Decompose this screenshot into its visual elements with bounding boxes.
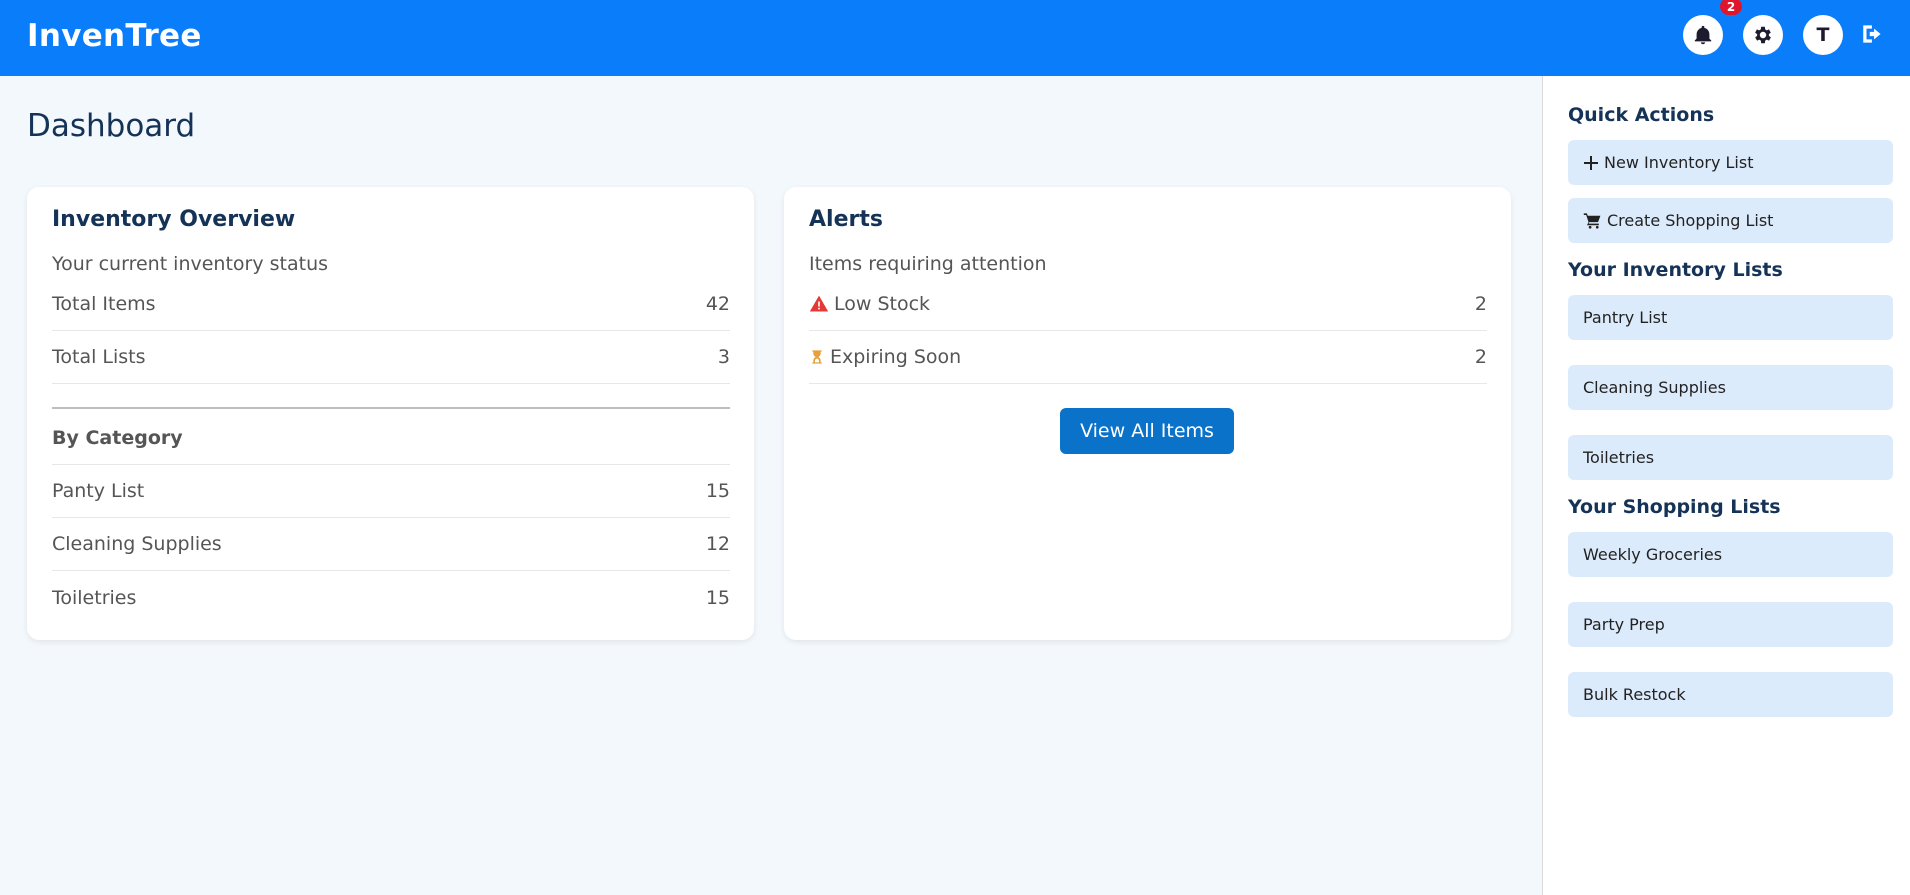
- shopping-list-item[interactable]: Party Prep: [1568, 602, 1893, 647]
- alert-count: 2: [1474, 346, 1487, 368]
- avatar-initial: T: [1816, 24, 1830, 46]
- top-nav-bar: InvenTree 2 T: [0, 0, 1910, 76]
- alert-count: 2: [1474, 293, 1487, 315]
- category-row-toiletries: Toiletries 15: [52, 571, 730, 624]
- category-label: Cleaning Supplies: [52, 533, 222, 555]
- bell-icon: [1694, 25, 1712, 45]
- user-avatar[interactable]: T: [1803, 15, 1843, 55]
- alert-label: Low Stock: [834, 293, 931, 315]
- brand-logo[interactable]: InvenTree: [27, 18, 202, 54]
- new-inventory-list-button[interactable]: New Inventory List: [1568, 140, 1893, 185]
- cart-icon: [1583, 213, 1601, 229]
- stat-row-total-lists: Total Lists 3: [52, 331, 730, 384]
- notifications-button[interactable]: [1683, 15, 1723, 55]
- page-title: Dashboard: [27, 108, 196, 144]
- category-value: 12: [705, 533, 730, 555]
- gear-icon: [1755, 26, 1771, 44]
- alert-row-low-stock: Low Stock 2: [809, 278, 1487, 331]
- category-row-panty-list: Panty List 15: [52, 465, 730, 518]
- logout-icon: [1863, 25, 1881, 43]
- create-shopping-list-button[interactable]: Create Shopping List: [1568, 198, 1893, 243]
- category-value: 15: [705, 586, 730, 609]
- stat-row-total-items: Total Items 42: [52, 278, 730, 331]
- settings-button[interactable]: [1743, 15, 1783, 55]
- category-value: 15: [705, 480, 730, 502]
- section-divider: [52, 407, 730, 409]
- card-title: Inventory Overview: [52, 207, 296, 232]
- card-subtitle: Items requiring attention: [809, 253, 1047, 275]
- view-all-items-button[interactable]: View All Items: [1060, 408, 1234, 454]
- card-subtitle: Your current inventory status: [52, 253, 329, 275]
- inventory-list-item[interactable]: Pantry List: [1568, 295, 1893, 340]
- quick-actions-heading: Quick Actions: [1568, 104, 1715, 126]
- logout-button[interactable]: [1860, 21, 1890, 51]
- shopping-list-item[interactable]: Bulk Restock: [1568, 672, 1893, 717]
- inventory-list-item[interactable]: Toiletries: [1568, 435, 1893, 480]
- category-heading: By Category: [52, 411, 730, 465]
- category-row-cleaning-supplies: Cleaning Supplies 12: [52, 518, 730, 571]
- category-label: Toiletries: [52, 586, 137, 609]
- warning-icon: [809, 295, 829, 312]
- plus-icon: [1584, 155, 1598, 170]
- action-label: Create Shopping List: [1607, 211, 1774, 230]
- stat-label: Total Items: [52, 293, 156, 315]
- inventory-lists-heading: Your Inventory Lists: [1568, 259, 1783, 281]
- notification-count-badge: 2: [1720, 0, 1742, 15]
- stat-label: Total Lists: [52, 346, 146, 368]
- shopping-list-item[interactable]: Weekly Groceries: [1568, 532, 1893, 577]
- alerts-card: Alerts Items requiring attention Low Sto…: [784, 187, 1511, 640]
- hourglass-icon: [812, 350, 822, 364]
- stat-value: 3: [717, 346, 730, 368]
- card-title: Alerts: [809, 207, 883, 232]
- alert-row-expiring-soon: Expiring Soon 2: [809, 331, 1487, 384]
- inventory-overview-card: Inventory Overview Your current inventor…: [27, 187, 754, 640]
- category-label: Panty List: [52, 480, 145, 502]
- quick-actions-sidebar: Quick Actions New Inventory List Create …: [1542, 76, 1910, 895]
- action-label: New Inventory List: [1604, 153, 1754, 172]
- alert-label: Expiring Soon: [830, 346, 962, 368]
- inventory-list-item[interactable]: Cleaning Supplies: [1568, 365, 1893, 410]
- stat-value: 42: [705, 293, 730, 315]
- shopping-lists-heading: Your Shopping Lists: [1568, 496, 1781, 518]
